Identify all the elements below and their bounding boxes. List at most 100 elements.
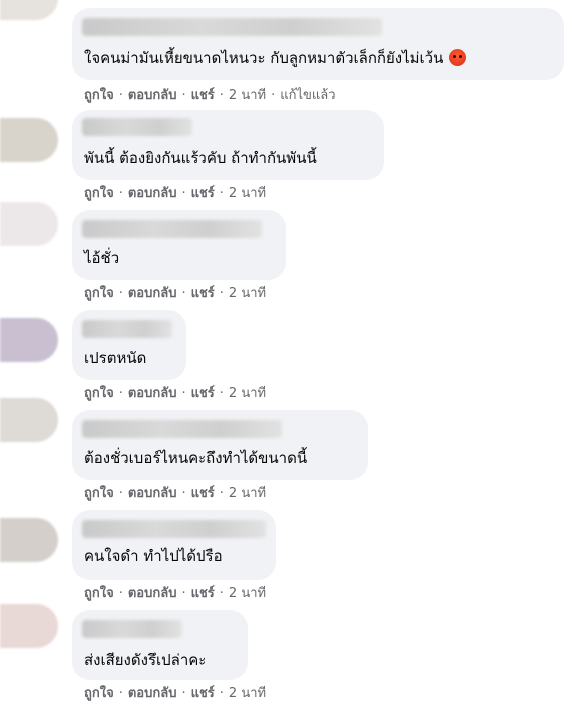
- reply-button[interactable]: ตอบกลับ: [128, 186, 177, 201]
- separator: ·: [118, 286, 123, 301]
- separator: ·: [219, 88, 224, 103]
- comment-text: ต้องชั่วเบอร์ไหนคะถึงทำได้ขนาดนี้: [84, 448, 307, 468]
- separator: ·: [181, 686, 186, 701]
- share-button[interactable]: แชร์: [191, 286, 215, 301]
- comment-item: ใจคนม่ามันเหี้ยขนาดไหนวะ กับลูกหมาตัวเล็…: [0, 0, 572, 110]
- separator: ·: [181, 386, 186, 401]
- reply-button[interactable]: ตอบกลับ: [128, 486, 177, 501]
- separator: ·: [219, 686, 224, 701]
- angry-face-icon: [449, 49, 467, 66]
- separator: ·: [181, 186, 186, 201]
- comment-text: คนใจดำ ทำไปได้ปรือ: [84, 546, 223, 566]
- author-name-redacted[interactable]: [82, 18, 382, 36]
- timestamp[interactable]: 2 นาที: [229, 286, 266, 301]
- separator: ·: [219, 586, 224, 601]
- avatar[interactable]: [0, 518, 58, 562]
- comment-bubble: คนใจดำ ทำไปได้ปรือ: [72, 510, 276, 580]
- separator: ·: [219, 286, 224, 301]
- comment-item: พันนี้ ต้องยิงกันแร้วคับ ถ้าทำกันพันนี้ …: [0, 110, 572, 210]
- author-name-redacted[interactable]: [82, 620, 182, 638]
- reply-button[interactable]: ตอบกลับ: [128, 586, 177, 601]
- avatar[interactable]: [0, 0, 58, 20]
- share-button[interactable]: แชร์: [191, 486, 215, 501]
- avatar[interactable]: [0, 202, 58, 246]
- share-button[interactable]: แชร์: [191, 686, 215, 701]
- comment-text-content: ต้องชั่วเบอร์ไหนคะถึงทำได้ขนาดนี้: [84, 449, 308, 467]
- comment-text-content: ไอ้ชั่ว: [84, 249, 120, 267]
- timestamp[interactable]: 2 นาที: [229, 486, 266, 501]
- comment-actions: ถูกใจ · ตอบกลับ · แชร์ · 2 นาที: [84, 286, 266, 302]
- timestamp[interactable]: 2 นาที: [229, 586, 266, 601]
- comment-text: พันนี้ ต้องยิงกันแร้วคับ ถ้าทำกันพันนี้: [84, 148, 317, 168]
- author-name-redacted[interactable]: [82, 320, 172, 338]
- comment-item: เปรตหนัด ถูกใจ · ตอบกลับ · แชร์ · 2 นาที: [0, 310, 572, 410]
- like-button[interactable]: ถูกใจ: [84, 186, 114, 201]
- separator: ·: [118, 486, 123, 501]
- comment-actions: ถูกใจ · ตอบกลับ · แชร์ · 2 นาที: [84, 186, 266, 202]
- comment-bubble: พันนี้ ต้องยิงกันแร้วคับ ถ้าทำกันพันนี้: [72, 110, 384, 180]
- comment-bubble: ต้องชั่วเบอร์ไหนคะถึงทำได้ขนาดนี้: [72, 410, 368, 480]
- timestamp[interactable]: 2 นาที: [229, 386, 266, 401]
- comment-actions: ถูกใจ · ตอบกลับ · แชร์ · 2 นาที: [84, 386, 266, 402]
- separator: ·: [118, 586, 123, 601]
- comment-actions: ถูกใจ · ตอบกลับ · แชร์ · 2 นาที: [84, 686, 266, 702]
- comment-item: ต้องชั่วเบอร์ไหนคะถึงทำได้ขนาดนี้ ถูกใจ ·…: [0, 398, 572, 510]
- timestamp[interactable]: 2 นาที: [229, 686, 266, 701]
- separator: ·: [118, 386, 123, 401]
- like-button[interactable]: ถูกใจ: [84, 88, 114, 103]
- comment-actions: ถูกใจ · ตอบกลับ · แชร์ · 2 นาที: [84, 486, 266, 502]
- reply-button[interactable]: ตอบกลับ: [128, 686, 177, 701]
- separator: ·: [181, 586, 186, 601]
- comment-item: คนใจดำ ทำไปได้ปรือ ถูกใจ · ตอบกลับ · แชร์ · 2 …: [0, 510, 572, 610]
- share-button[interactable]: แชร์: [191, 386, 215, 401]
- comment-bubble: ส่งเสียงดังรึเปล่าคะ: [72, 610, 248, 680]
- comment-item: ส่งเสียงดังรึเปล่าคะ ถูกใจ · ตอบกลับ · แชร์ ·…: [0, 604, 572, 704]
- comment-text: ไอ้ชั่ว: [84, 248, 119, 268]
- separator: ·: [181, 88, 186, 103]
- comment-text-content: เปรตหนัด: [84, 349, 147, 367]
- comment-text: เปรตหนัด: [84, 348, 146, 368]
- like-button[interactable]: ถูกใจ: [84, 386, 114, 401]
- comment-text: ส่งเสียงดังรึเปล่าคะ: [84, 650, 206, 670]
- comment-text-content: ใจคนม่ามันเหี้ยขนาดไหนวะ กับลูกหมาตัวเล็…: [84, 49, 444, 67]
- edited-label[interactable]: แก้ไขแล้ว: [280, 88, 335, 103]
- timestamp[interactable]: 2 นาที: [229, 88, 266, 103]
- reply-button[interactable]: ตอบกลับ: [128, 386, 177, 401]
- separator: ·: [219, 186, 224, 201]
- comment-bubble: ไอ้ชั่ว: [72, 210, 286, 280]
- share-button[interactable]: แชร์: [191, 88, 215, 103]
- like-button[interactable]: ถูกใจ: [84, 586, 114, 601]
- author-name-redacted[interactable]: [82, 520, 266, 538]
- avatar[interactable]: [0, 318, 58, 362]
- like-button[interactable]: ถูกใจ: [84, 486, 114, 501]
- comment-text-content: ส่งเสียงดังรึเปล่าคะ: [84, 651, 207, 669]
- separator: ·: [181, 286, 186, 301]
- share-button[interactable]: แชร์: [191, 186, 215, 201]
- comment-text-content: พันนี้ ต้องยิงกันแร้วคับ ถ้าทำกันพันนี้: [84, 149, 317, 167]
- author-name-redacted[interactable]: [82, 220, 262, 238]
- separator: ·: [118, 88, 123, 103]
- comment-bubble: เปรตหนัด: [72, 310, 186, 380]
- separator: ·: [219, 486, 224, 501]
- like-button[interactable]: ถูกใจ: [84, 686, 114, 701]
- comment-actions: ถูกใจ · ตอบกลับ · แชร์ · 2 นาที: [84, 586, 266, 602]
- avatar[interactable]: [0, 604, 58, 648]
- comment-text: ใจคนม่ามันเหี้ยขนาดไหนวะ กับลูกหมาตัวเล็…: [84, 48, 467, 68]
- comment-actions: ถูกใจ · ตอบกลับ · แชร์ · 2 นาที · แก้ไขแล้ว: [84, 88, 336, 104]
- author-name-redacted[interactable]: [82, 420, 282, 438]
- timestamp[interactable]: 2 นาที: [229, 186, 266, 201]
- separator: ·: [118, 186, 123, 201]
- separator: ·: [219, 386, 224, 401]
- reply-button[interactable]: ตอบกลับ: [128, 88, 177, 103]
- avatar[interactable]: [0, 398, 58, 442]
- comment-text-content: คนใจดำ ทำไปได้ปรือ: [84, 547, 223, 565]
- comment-item: ไอ้ชั่ว ถูกใจ · ตอบกลับ · แชร์ · 2 นาที: [0, 202, 572, 310]
- share-button[interactable]: แชร์: [191, 586, 215, 601]
- reply-button[interactable]: ตอบกลับ: [128, 286, 177, 301]
- author-name-redacted[interactable]: [82, 118, 192, 136]
- like-button[interactable]: ถูกใจ: [84, 286, 114, 301]
- comment-bubble: ใจคนม่ามันเหี้ยขนาดไหนวะ กับลูกหมาตัวเล็…: [72, 8, 564, 80]
- separator: ·: [118, 686, 123, 701]
- separator: ·: [271, 88, 276, 103]
- avatar[interactable]: [0, 118, 58, 162]
